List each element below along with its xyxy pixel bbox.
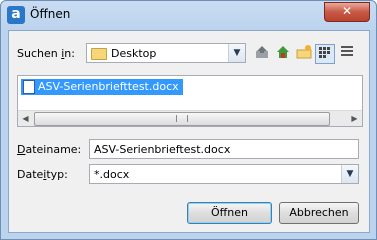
cancel-button[interactable]: Abbrechen [279,202,359,224]
filename-value: ASV-Serienbrieftest.docx [94,143,231,156]
scroll-left-icon[interactable]: ◀ [18,112,33,125]
desktop-home-icon[interactable] [273,44,293,64]
filetype-label: Dateityp: [17,168,68,181]
list-view-icon[interactable] [315,44,335,64]
dialog-title: Öffnen [30,7,71,21]
chevron-down-icon[interactable]: ▼ [228,44,245,62]
horizontal-scrollbar[interactable]: ◀ ▶ [18,110,362,126]
list-item[interactable]: ASV-Serienbriefttest.docx [21,79,183,95]
scrollbar-thumb[interactable] [34,112,330,126]
lookin-value: Desktop [111,47,157,60]
scroll-right-icon[interactable]: ▶ [347,112,362,125]
open-button[interactable]: Öffnen [187,202,272,224]
grip-icon [176,115,188,122]
up-folder-icon[interactable] [252,44,272,64]
file-name: ASV-Serienbriefttest.docx [38,80,179,93]
chevron-down-icon[interactable]: ▼ [341,165,358,183]
filename-label: Dateiname: [17,143,82,156]
close-button[interactable]: ✕ [324,2,370,22]
document-icon [23,80,35,94]
details-view-icon[interactable] [337,44,357,64]
file-list[interactable]: ASV-Serienbriefttest.docx ◀ ▶ [17,75,363,127]
folder-icon [91,48,107,60]
dialog-body: Suchen in: Desktop ▼ ASV-Serienbriefttes… [8,30,370,233]
lookin-combobox[interactable]: Desktop ▼ [86,43,246,63]
filetype-select[interactable]: *.docx ▼ [89,164,359,184]
new-folder-icon[interactable] [294,44,314,64]
lookin-label: Suchen in: [17,47,75,60]
app-logo-icon: a [7,6,25,24]
open-dialog-window: a Öffnen ✕ Suchen in: Desktop ▼ ASV-Seri… [0,0,377,240]
filetype-value: *.docx [94,168,130,181]
title-bar[interactable]: a Öffnen ✕ [1,1,376,29]
filename-input[interactable]: ASV-Serienbrieftest.docx [89,139,359,159]
